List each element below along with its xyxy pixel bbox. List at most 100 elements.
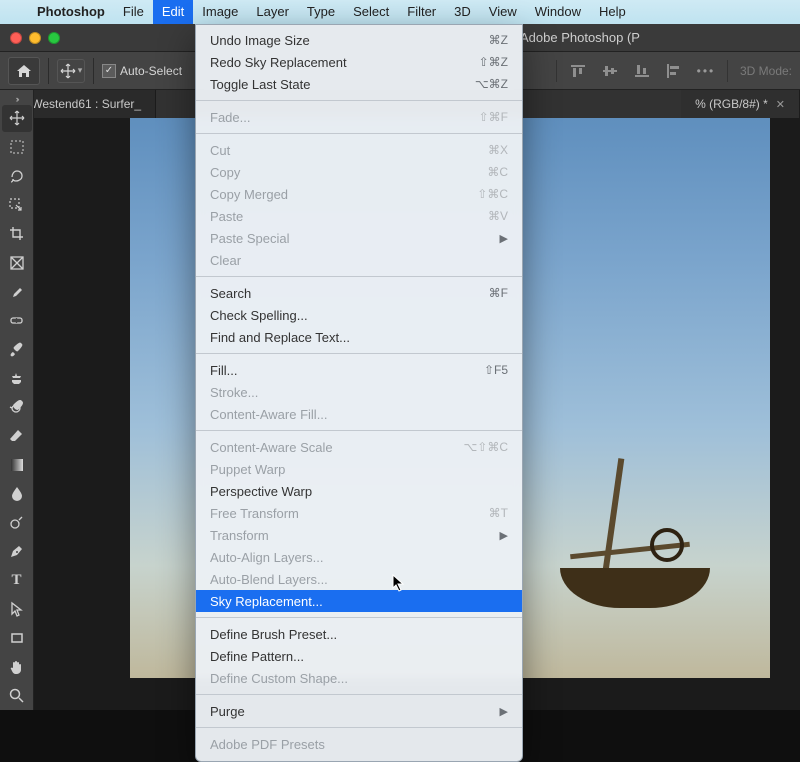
menubar-image[interactable]: Image [193,0,247,24]
object-select-tool[interactable] [2,192,32,219]
menu-item-undo-image-size[interactable]: Undo Image Size⌘Z [196,29,522,51]
rectangle-tool[interactable] [2,624,32,651]
menu-item-label: Define Custom Shape... [210,671,508,686]
eraser-tool-icon [9,428,24,443]
separator [727,60,728,82]
align-more-button[interactable]: ••• [693,60,719,82]
marquee-tool[interactable] [2,134,32,161]
path-select-tool-icon [10,601,23,617]
history-brush-tool[interactable] [2,394,32,421]
menu-item-label: Puppet Warp [210,462,508,477]
submenu-arrow-icon: ▶ [500,529,508,542]
marquee-tool-icon [10,140,24,154]
submenu-arrow-icon: ▶ [500,232,508,245]
lasso-tool[interactable] [2,163,32,190]
menu-item-find-and-replace-text[interactable]: Find and Replace Text... [196,326,522,348]
clone-stamp-tool[interactable] [2,365,32,392]
menubar-3d[interactable]: 3D [445,0,480,24]
menu-item-content-aware-fill: Content-Aware Fill... [196,403,522,425]
move-tool[interactable] [2,105,32,132]
move-icon [60,63,76,79]
menu-separator [196,727,522,728]
menu-item-shortcut: ⌥⌘Z [475,77,508,91]
menu-item-label: Fade... [210,110,479,125]
menubar-filter[interactable]: Filter [398,0,445,24]
chevron-down-icon: ▾ [76,65,83,76]
menubar-view[interactable]: View [480,0,526,24]
align-vcenter-button[interactable] [597,60,623,82]
history-brush-tool-icon [9,400,24,415]
healing-brush-tool[interactable] [2,307,32,334]
pen-tool[interactable] [2,538,32,565]
menu-item-label: Free Transform [210,506,489,521]
lasso-tool-icon [9,169,24,184]
close-icon[interactable]: ✕ [776,98,785,111]
edit-menu-dropdown: Undo Image Size⌘ZRedo Sky Replacement⇧⌘Z… [195,24,523,762]
menu-item-label: Content-Aware Scale [210,440,463,455]
blur-tool[interactable] [2,480,32,507]
eyedropper-tool[interactable] [2,278,32,305]
frame-tool-icon [10,256,24,270]
menu-item-search[interactable]: Search⌘F [196,282,522,304]
menu-item-define-brush-preset[interactable]: Define Brush Preset... [196,623,522,645]
menubar-edit[interactable]: Edit [153,0,193,24]
menubar-select[interactable]: Select [344,0,398,24]
menu-item-toggle-last-state[interactable]: Toggle Last State⌥⌘Z [196,73,522,95]
menu-item-cut: Cut⌘X [196,139,522,161]
menu-item-shortcut: ⌘C [487,165,508,179]
menubar-help[interactable]: Help [590,0,635,24]
window-close-button[interactable] [10,32,22,44]
crop-tool-icon [9,226,24,241]
menubar-file[interactable]: File [114,0,153,24]
menu-item-redo-sky-replacement[interactable]: Redo Sky Replacement⇧⌘Z [196,51,522,73]
align-left-button[interactable] [661,60,687,82]
gradient-tool[interactable] [2,451,32,478]
menubar-layer[interactable]: Layer [247,0,298,24]
menu-item-shortcut: ⇧⌘F [479,110,508,124]
auto-select-checkbox[interactable]: ✓ Auto-Select [102,64,182,78]
zoom-tool[interactable] [2,682,32,709]
menu-item-sky-replacement[interactable]: Sky Replacement... [196,590,522,612]
menubar-window[interactable]: Window [526,0,590,24]
menubar-type[interactable]: Type [298,0,344,24]
menu-item-fill[interactable]: Fill...⇧F5 [196,359,522,381]
menu-item-label: Define Pattern... [210,649,508,664]
toolbox-collapse[interactable]: ›› [16,94,18,104]
menu-item-shortcut: ⇧⌘Z [479,55,508,69]
menu-item-label: Toggle Last State [210,77,475,92]
hand-tool[interactable] [2,653,32,680]
menu-item-define-pattern[interactable]: Define Pattern... [196,645,522,667]
object-select-tool-icon [9,198,24,213]
menu-item-label: Find and Replace Text... [210,330,508,345]
menu-item-puppet-warp: Puppet Warp [196,458,522,480]
window-minimize-button[interactable] [29,32,41,44]
menu-item-label: Stroke... [210,385,508,400]
menu-item-perspective-warp[interactable]: Perspective Warp [196,480,522,502]
dodge-tool[interactable] [2,509,32,536]
pen-tool-icon [9,544,24,559]
document-tab-2[interactable]: % (RGB/8#) * ✕ [681,90,800,118]
menubar-app[interactable]: Photoshop [28,0,114,24]
menu-item-shortcut: ⌘F [489,286,508,300]
menu-separator [196,133,522,134]
window-zoom-button[interactable] [48,32,60,44]
crop-tool[interactable] [2,220,32,247]
align-top-button[interactable] [565,60,591,82]
path-select-tool[interactable] [2,596,32,623]
eraser-tool[interactable] [2,422,32,449]
menu-item-label: Transform [210,528,500,543]
home-button[interactable] [8,57,40,85]
align-bottom-icon [634,64,650,78]
tool-indicator[interactable]: ▾ [57,59,85,83]
menu-item-check-spelling[interactable]: Check Spelling... [196,304,522,326]
align-bottom-button[interactable] [629,60,655,82]
brush-tool[interactable] [2,336,32,363]
frame-tool[interactable] [2,249,32,276]
menu-item-label: Redo Sky Replacement [210,55,479,70]
dodge-tool-icon [9,515,24,530]
menu-item-purge[interactable]: Purge▶ [196,700,522,722]
hand-tool-icon [9,659,24,674]
type-tool[interactable]: T [2,567,32,594]
brush-tool-icon [9,342,24,357]
menu-item-label: Adobe PDF Presets [210,737,508,752]
